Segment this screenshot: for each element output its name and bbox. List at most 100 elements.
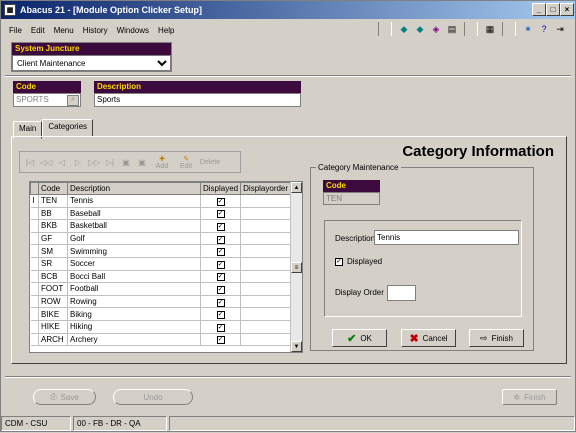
table-row[interactable]: BIKE Biking ✓ — [30, 307, 294, 321]
display-order-input[interactable] — [387, 285, 416, 301]
row-indicator[interactable] — [30, 257, 39, 271]
cell-description[interactable]: Archery — [67, 333, 201, 347]
table-row[interactable]: ROW Rowing ✓ — [30, 295, 294, 309]
cell-description[interactable]: Tennis — [67, 194, 201, 208]
row-indicator[interactable] — [30, 333, 39, 347]
row-indicator[interactable] — [30, 232, 39, 246]
displayed-cell-checkbox[interactable]: ✓ — [216, 323, 225, 332]
cell-displayorder[interactable] — [240, 257, 294, 271]
cell-code[interactable]: BB — [38, 207, 68, 221]
finish-button[interactable]: ⇨ Finish — [469, 329, 524, 347]
table-row[interactable]: GF Golf ✓ — [30, 232, 294, 246]
minimize-button[interactable]: _ — [532, 3, 546, 16]
displayed-cell-checkbox[interactable]: ✓ — [216, 248, 225, 257]
juncture-select[interactable]: Client Maintenance — [12, 55, 171, 71]
cell-displayed[interactable]: ✓ — [200, 207, 242, 221]
book-icon[interactable]: ◈ — [429, 22, 443, 36]
cell-displayed[interactable]: ✓ — [200, 270, 242, 284]
table-row[interactable]: FOOT Football ✓ — [30, 282, 294, 296]
menu-menu[interactable]: Menu — [54, 26, 74, 35]
scroll-up-icon[interactable]: ▲ — [291, 182, 302, 193]
cancel-button[interactable]: ✖ Cancel — [401, 329, 456, 347]
cell-displayed[interactable]: ✓ — [200, 282, 242, 296]
code-input[interactable]: SPORTS ⌕ — [13, 93, 81, 107]
undo-button[interactable]: Undo — [113, 389, 193, 405]
edit-button[interactable]: ✎ Edit — [176, 155, 196, 170]
row-indicator[interactable] — [30, 320, 39, 334]
cell-description[interactable]: Swimming — [67, 244, 201, 258]
table-row[interactable]: BCB Bocci Ball ✓ — [30, 270, 294, 284]
cell-displayed[interactable]: ✓ — [200, 194, 242, 208]
table-row[interactable]: BB Baseball ✓ — [30, 207, 294, 221]
scroll-thumb[interactable]: ≡ — [291, 262, 302, 273]
table-row[interactable]: ARCH Archery ✓ — [30, 333, 294, 347]
back-arrow-icon[interactable]: ◆ — [397, 22, 411, 36]
next-page-icon[interactable]: ▷▷ — [88, 158, 100, 167]
table-row[interactable]: SM Swimming ✓ — [30, 244, 294, 258]
displayed-cell-checkbox[interactable]: ✓ — [216, 273, 225, 282]
row-indicator[interactable]: I — [30, 194, 39, 208]
cell-displayorder[interactable] — [240, 333, 294, 347]
cell-displayorder[interactable] — [240, 320, 294, 334]
next-icon[interactable]: ▷ — [72, 158, 84, 167]
cell-code[interactable]: HIKE — [38, 320, 68, 334]
cell-displayorder[interactable] — [240, 270, 294, 284]
cell-code[interactable]: GF — [38, 232, 68, 246]
menu-help[interactable]: Help — [158, 26, 174, 35]
row-indicator[interactable] — [30, 244, 39, 258]
cell-displayed[interactable]: ✓ — [200, 307, 242, 321]
maximize-button[interactable]: □ — [546, 3, 560, 16]
cell-displayorder[interactable] — [240, 282, 294, 296]
row-indicator[interactable] — [30, 207, 39, 221]
cell-code[interactable]: BCB — [38, 270, 68, 284]
cell-displayorder[interactable] — [240, 295, 294, 309]
cell-displayorder[interactable] — [240, 219, 294, 233]
help-icon[interactable]: ? — [537, 22, 551, 36]
prev-icon[interactable]: ◁ — [56, 158, 68, 167]
cell-code[interactable]: ARCH — [38, 333, 68, 347]
print-icon[interactable]: ▤ — [445, 22, 459, 36]
cell-displayorder[interactable] — [240, 207, 294, 221]
cell-description[interactable]: Baseball — [67, 207, 201, 221]
displayed-cell-checkbox[interactable]: ✓ — [216, 311, 225, 320]
cat-description-input[interactable]: Tennis — [374, 230, 519, 245]
cell-description[interactable]: Rowing — [67, 295, 201, 309]
cell-description[interactable]: Bocci Ball — [67, 270, 201, 284]
cat-code-input[interactable]: TEN — [323, 192, 380, 205]
table-row[interactable]: I TEN Tennis ✓ — [30, 194, 294, 208]
menu-windows[interactable]: Windows — [117, 26, 149, 35]
cell-description[interactable]: Soccer — [67, 257, 201, 271]
scroll-down-icon[interactable]: ▼ — [291, 341, 302, 352]
lookup-icon[interactable]: ⌕ — [67, 95, 79, 106]
menu-file[interactable]: File — [9, 26, 22, 35]
row-indicator[interactable] — [30, 307, 39, 321]
copy-icon[interactable]: ▣ — [136, 158, 148, 167]
displayed-check-box[interactable]: ✓ — [335, 257, 343, 266]
col-description[interactable]: Description — [67, 182, 201, 195]
grid-scrollbar[interactable]: ▲ ≡ ▼ — [290, 182, 302, 352]
cell-displayorder[interactable] — [240, 194, 294, 208]
cell-code[interactable]: FOOT — [38, 282, 68, 296]
cell-displayorder[interactable] — [240, 232, 294, 246]
cell-description[interactable]: Football — [67, 282, 201, 296]
forward-arrow-icon[interactable]: ◆ — [413, 22, 427, 36]
displayed-cell-checkbox[interactable]: ✓ — [216, 235, 225, 244]
save-button[interactable]: ⎙ Save — [33, 389, 96, 405]
row-indicator[interactable] — [30, 219, 39, 233]
cell-description[interactable]: Golf — [67, 232, 201, 246]
displayed-cell-checkbox[interactable]: ✓ — [216, 210, 225, 219]
run-icon[interactable]: ✶ — [521, 22, 535, 36]
cell-displayed[interactable]: ✓ — [200, 320, 242, 334]
cell-displayed[interactable]: ✓ — [200, 295, 242, 309]
cell-displayed[interactable]: ✓ — [200, 219, 242, 233]
displayed-cell-checkbox[interactable]: ✓ — [216, 260, 225, 269]
table-row[interactable]: BKB Basketball ✓ — [30, 219, 294, 233]
calculator-icon[interactable]: ▦ — [483, 22, 497, 36]
menu-edit[interactable]: Edit — [31, 26, 45, 35]
cell-displayed[interactable]: ✓ — [200, 257, 242, 271]
table-row[interactable]: SR Soccer ✓ — [30, 257, 294, 271]
cell-description[interactable]: Biking — [67, 307, 201, 321]
cell-code[interactable]: SR — [38, 257, 68, 271]
row-indicator[interactable] — [30, 282, 39, 296]
description-input[interactable]: Sports — [94, 93, 301, 107]
